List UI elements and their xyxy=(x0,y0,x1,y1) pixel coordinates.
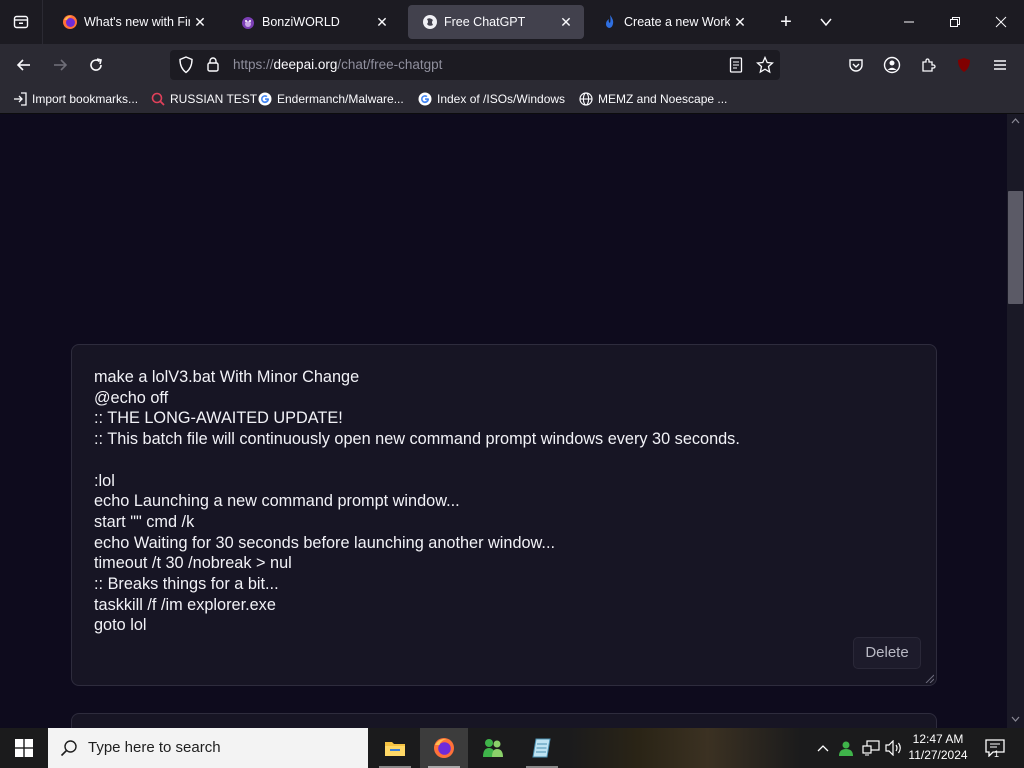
bookmark-russian-test[interactable]: RUSSIAN TEST xyxy=(150,85,257,113)
search-icon xyxy=(60,740,77,757)
lock-icon[interactable] xyxy=(206,56,220,77)
windows-start-icon[interactable] xyxy=(0,728,48,768)
scroll-down-icon[interactable] xyxy=(1011,716,1020,722)
google-icon xyxy=(417,91,433,107)
url-text[interactable]: https://deepai.org/chat/free-chatgpt xyxy=(233,57,442,72)
new-tab-icon[interactable]: + xyxy=(774,10,798,34)
reader-view-icon[interactable] xyxy=(728,56,744,79)
bookmark-import[interactable]: Import bookmarks... xyxy=(12,85,138,113)
bookmark-endermanch[interactable]: Endermanch/Malware... xyxy=(257,85,404,113)
bookmark-star-icon[interactable] xyxy=(755,55,775,79)
minimize-icon[interactable] xyxy=(886,0,932,44)
close-tab-icon[interactable]: ✕ xyxy=(372,12,392,32)
chat-message-text[interactable]: make a lolV3.bat With Minor Change @echo… xyxy=(94,367,740,636)
clock-time: 12:47 AM xyxy=(912,732,964,746)
firefox-view-icon[interactable] xyxy=(0,0,43,44)
taskbar-search-box[interactable]: Type here to search xyxy=(48,728,368,768)
deepai-icon xyxy=(422,14,438,30)
tab-strip: What's new with Firefox ✕ BonziWORLD ✕ F… xyxy=(0,0,1024,44)
bookmark-label: MEMZ and Noescape ... xyxy=(598,92,728,106)
google-icon xyxy=(257,91,273,107)
tab-title: BonziWORLD xyxy=(262,15,340,29)
back-icon[interactable] xyxy=(9,50,39,80)
import-icon xyxy=(12,91,28,107)
bookmarks-toolbar: Import bookmarks... RUSSIAN TEST Enderma… xyxy=(0,85,1024,114)
network-icon[interactable] xyxy=(860,728,882,768)
search-placeholder: Type here to search xyxy=(88,739,221,756)
notepad-icon[interactable] xyxy=(518,728,566,768)
notification-center-icon[interactable] xyxy=(980,728,1010,768)
tracking-protection-shield-icon[interactable] xyxy=(178,56,194,79)
restore-icon[interactable] xyxy=(932,0,978,44)
url-bar[interactable]: https://deepai.org/chat/free-chatgpt xyxy=(170,50,780,80)
url-scheme: https:// xyxy=(233,57,274,72)
notification-count: 1 xyxy=(994,749,1000,759)
url-path: /chat/free-chatgpt xyxy=(337,57,443,72)
chevron-down-icon[interactable] xyxy=(814,10,838,34)
tab-bonziworld[interactable]: BonziWORLD ✕ xyxy=(226,5,400,39)
tab-create-workspace[interactable]: Create a new Workspace ✕ xyxy=(588,5,758,39)
firefox-icon xyxy=(62,14,78,30)
bookmark-index-isos[interactable]: Index of /ISOs/Windows xyxy=(417,85,565,113)
scrollbar-thumb[interactable] xyxy=(1008,191,1023,304)
volume-icon[interactable] xyxy=(884,728,904,768)
tab-whats-new-firefox[interactable]: What's new with Firefox ✕ xyxy=(48,5,218,39)
navigation-toolbar: https://deepai.org/chat/free-chatgpt 20 xyxy=(0,44,1024,106)
pocket-icon[interactable] xyxy=(841,50,871,80)
messenger-icon[interactable] xyxy=(469,728,517,768)
url-host: deepai.org xyxy=(273,57,338,72)
extensions-puzzle-icon[interactable] xyxy=(913,50,943,80)
chevron-up-icon[interactable] xyxy=(814,728,832,768)
chat-message-box[interactable]: make a lolV3.bat With Minor Change @echo… xyxy=(71,344,937,686)
close-window-icon[interactable] xyxy=(978,0,1024,44)
file-explorer-icon[interactable] xyxy=(371,728,419,768)
bookmark-label: Endermanch/Malware... xyxy=(277,92,404,106)
user-tray-icon[interactable] xyxy=(836,728,856,768)
tab-title: Free ChatGPT xyxy=(444,15,526,29)
resize-handle-icon[interactable] xyxy=(924,673,934,683)
forward-icon[interactable] xyxy=(45,50,75,80)
close-tab-icon[interactable]: ✕ xyxy=(556,12,576,32)
globe-icon xyxy=(578,91,594,107)
tab-title: Create a new Workspace xyxy=(624,15,730,29)
windows-taskbar: Type here to search 12:47 AM 11/27/2024 … xyxy=(0,728,1024,768)
delete-button[interactable]: Delete xyxy=(853,637,921,669)
system-clock[interactable]: 12:47 AM 11/27/2024 xyxy=(906,731,970,763)
ublock-icon[interactable] xyxy=(949,50,979,80)
close-tab-icon[interactable]: ✕ xyxy=(730,12,750,32)
reload-icon[interactable] xyxy=(81,50,111,80)
clock-date: 11/27/2024 xyxy=(908,748,968,762)
bookmark-memz[interactable]: MEMZ and Noescape ... xyxy=(578,85,727,113)
firefox-taskbar-icon[interactable] xyxy=(420,728,468,768)
bookmark-label: Index of /ISOs/Windows xyxy=(437,92,566,106)
flame-icon xyxy=(602,14,618,30)
bonzi-icon xyxy=(240,14,256,30)
bookmark-label: RUSSIAN TEST xyxy=(170,92,258,106)
taskbar-background-image xyxy=(570,728,800,768)
tab-free-chatgpt[interactable]: Free ChatGPT ✕ xyxy=(408,5,584,39)
bookmark-label: Import bookmarks... xyxy=(32,92,139,106)
account-icon[interactable] xyxy=(877,50,907,80)
close-tab-icon[interactable]: ✕ xyxy=(190,12,210,32)
search-icon xyxy=(150,91,166,107)
tab-title: What's new with Firefox xyxy=(84,15,190,29)
menu-hamburger-icon[interactable] xyxy=(985,50,1015,80)
scroll-up-icon[interactable] xyxy=(1011,118,1020,124)
web-page-content: make a lolV3.bat With Minor Change @echo… xyxy=(0,114,1007,728)
chat-message-box-next[interactable] xyxy=(71,713,937,728)
